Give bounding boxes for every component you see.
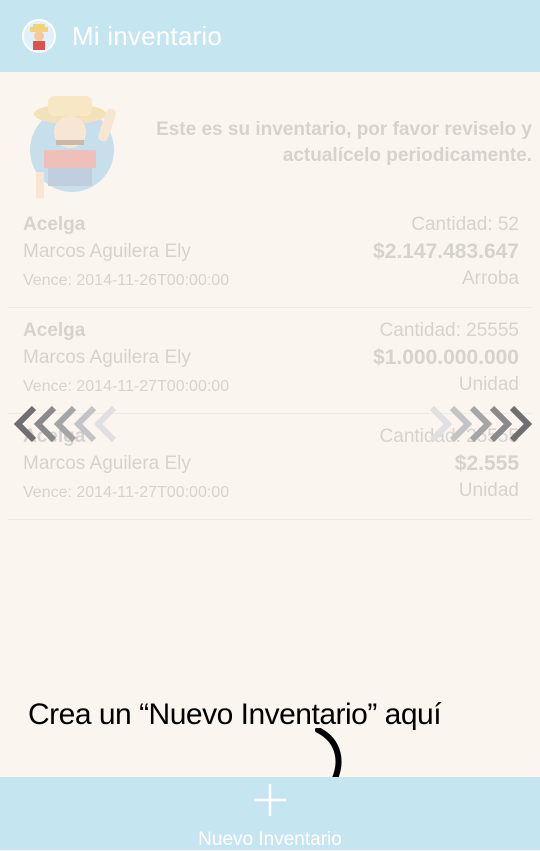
item-price: $1.000.000.000: [373, 346, 519, 369]
swipe-right-chevrons-icon: [429, 405, 533, 443]
item-owner: Marcos Aguilera Ely: [23, 241, 191, 262]
farmer-mascot-icon: [30, 96, 116, 198]
list-item[interactable]: Acelga Marcos Aguilera Ely Vence: 2014-1…: [8, 202, 532, 308]
new-inventory-button[interactable]: Nuevo Inventario: [0, 829, 540, 851]
item-owner: Marcos Aguilera Ely: [23, 453, 191, 474]
item-unit: Unidad: [458, 374, 519, 395]
inventory-list: Acelga Marcos Aguilera Ely Vence: 2014-1…: [8, 202, 532, 520]
intro-text: Este es su inventario, por favor revisel…: [156, 119, 532, 166]
item-quantity: Cantidad: 52: [411, 214, 519, 235]
item-price: $2.555: [454, 452, 519, 475]
item-quantity: Cantidad: 25555: [379, 320, 519, 341]
item-price: $2.147.483.647: [373, 240, 519, 263]
item-expiration: Vence: 2014-11-27T00:00:00: [23, 378, 230, 395]
app-bar: Mi inventario: [0, 0, 540, 72]
item-owner: Marcos Aguilera Ely: [23, 347, 191, 368]
list-item[interactable]: Acelga Marcos Aguilera Ely Vence: 2014-1…: [8, 308, 532, 414]
item-name: Acelga: [23, 320, 86, 341]
plus-icon[interactable]: [252, 782, 288, 818]
item-unit: Arroba: [461, 268, 519, 289]
app-title: Mi inventario: [72, 20, 222, 51]
item-expiration: Vence: 2014-11-26T00:00:00: [23, 272, 230, 289]
item-name: Acelga: [23, 214, 86, 235]
farmer-avatar-icon[interactable]: [22, 19, 56, 53]
item-expiration: Vence: 2014-11-27T00:00:00: [23, 484, 230, 501]
swipe-left-chevrons-icon: [13, 405, 117, 443]
item-unit: Unidad: [458, 480, 519, 501]
tutorial-hint: Crea un “Nuevo Inventario” aquí: [28, 698, 442, 731]
